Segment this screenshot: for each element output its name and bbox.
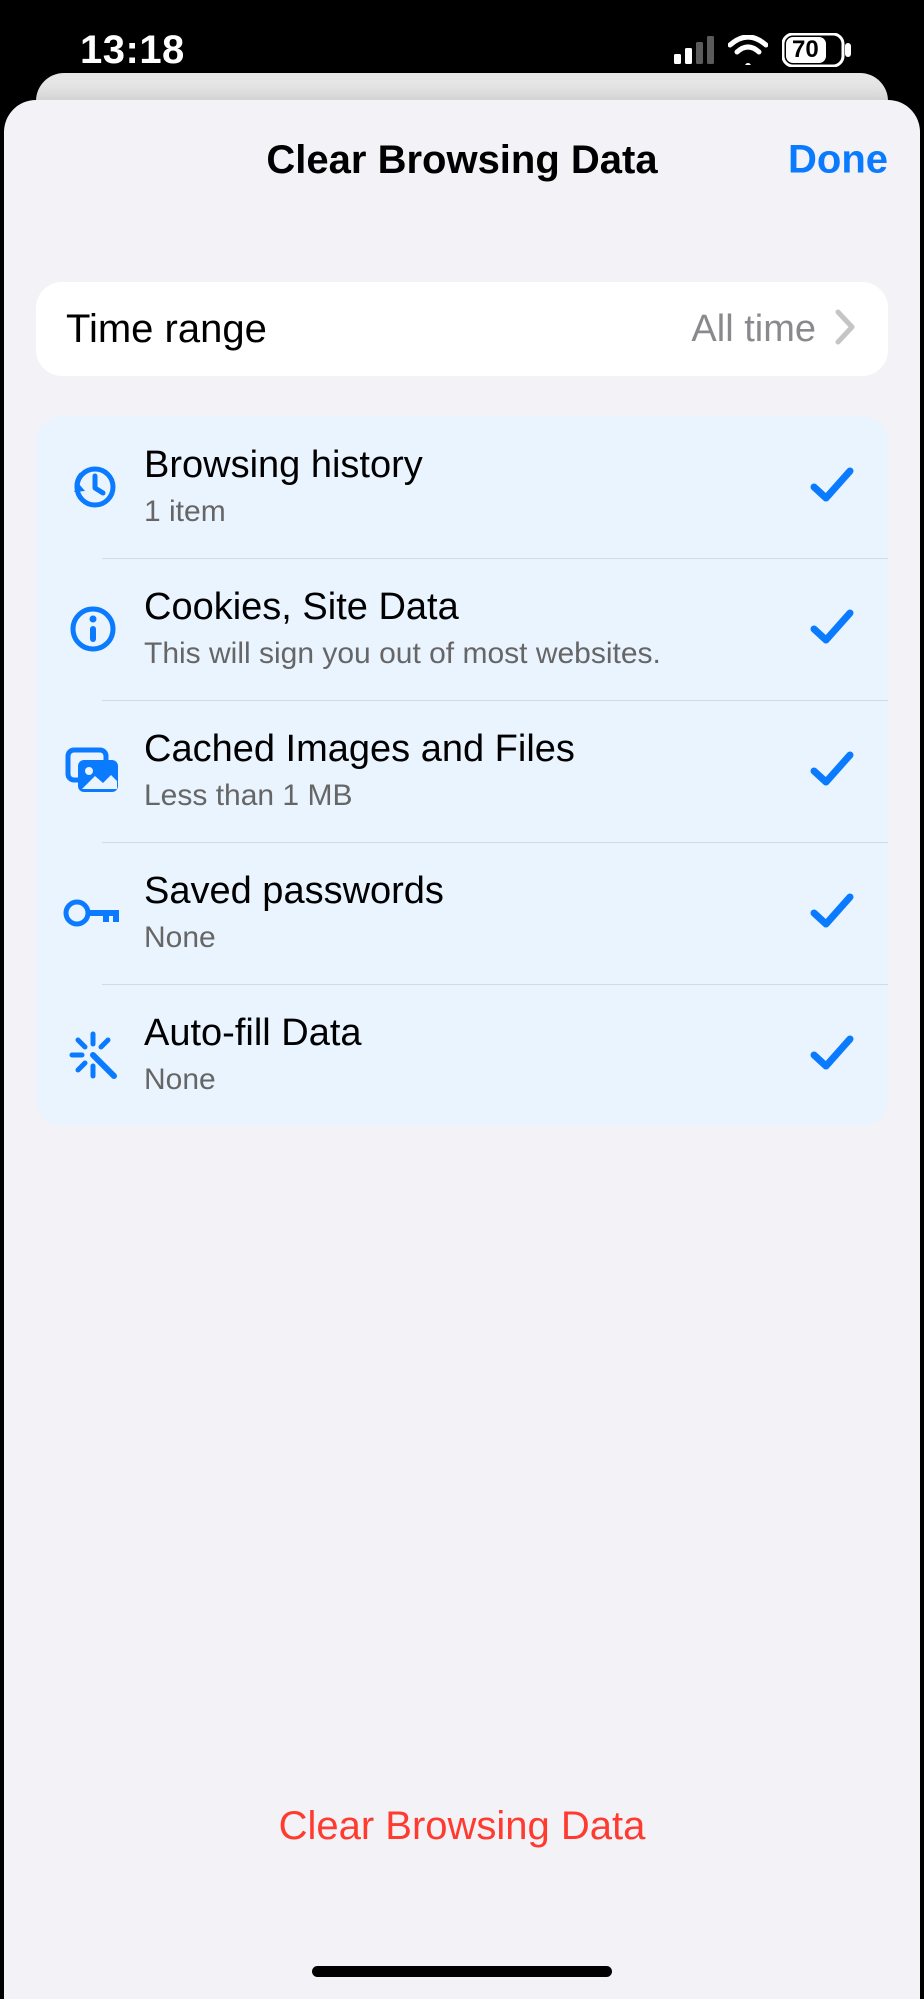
images-icon — [58, 747, 128, 795]
time-range-row[interactable]: Time range All time — [36, 282, 888, 376]
modal-sheet: Clear Browsing Data Done Time range All … — [4, 100, 920, 1999]
status-right: 70 — [674, 33, 852, 67]
autofill-icon — [58, 1030, 128, 1080]
history-icon — [58, 462, 128, 512]
status-time: 13:18 — [80, 28, 185, 73]
battery-percent: 70 — [792, 36, 819, 64]
time-range-group: Time range All time — [36, 282, 888, 376]
key-icon — [58, 896, 128, 930]
data-type-saved-passwords[interactable]: Saved passwords None — [36, 842, 888, 984]
done-button[interactable]: Done — [788, 138, 888, 183]
checkmark-icon — [810, 465, 858, 510]
home-indicator[interactable] — [312, 1966, 612, 1977]
page-title: Clear Browsing Data — [266, 138, 657, 183]
data-type-title: Browsing history — [144, 442, 798, 490]
data-type-subtitle: 1 item — [144, 492, 798, 533]
data-types-group: Browsing history 1 item Cookies, Site D — [36, 416, 888, 1126]
data-type-title: Saved passwords — [144, 868, 798, 916]
data-type-title: Cookies, Site Data — [144, 584, 798, 632]
checkmark-icon — [810, 749, 858, 794]
data-type-autofill[interactable]: Auto-fill Data None — [36, 984, 888, 1126]
checkmark-icon — [810, 1033, 858, 1078]
time-range-value: All time — [691, 308, 826, 351]
data-type-subtitle: None — [144, 918, 798, 959]
wifi-icon — [728, 35, 768, 65]
data-type-title: Auto-fill Data — [144, 1010, 798, 1058]
cellular-icon — [674, 36, 714, 64]
data-type-subtitle: None — [144, 1060, 798, 1101]
sheet-header: Clear Browsing Data Done — [4, 100, 920, 220]
data-type-cached-images[interactable]: Cached Images and Files Less than 1 MB — [36, 700, 888, 842]
clear-browsing-data-button[interactable]: Clear Browsing Data — [279, 1804, 646, 1849]
checkmark-icon — [810, 891, 858, 936]
data-type-subtitle: This will sign you out of most websites. — [144, 634, 798, 675]
battery-icon: 70 — [782, 33, 852, 67]
info-icon — [58, 604, 128, 654]
data-type-cookies[interactable]: Cookies, Site Data This will sign you ou… — [36, 558, 888, 700]
data-type-title: Cached Images and Files — [144, 726, 798, 774]
data-type-browsing-history[interactable]: Browsing history 1 item — [36, 416, 888, 558]
data-type-subtitle: Less than 1 MB — [144, 776, 798, 817]
time-range-label: Time range — [66, 307, 267, 352]
chevron-right-icon — [834, 308, 858, 351]
checkmark-icon — [810, 607, 858, 652]
